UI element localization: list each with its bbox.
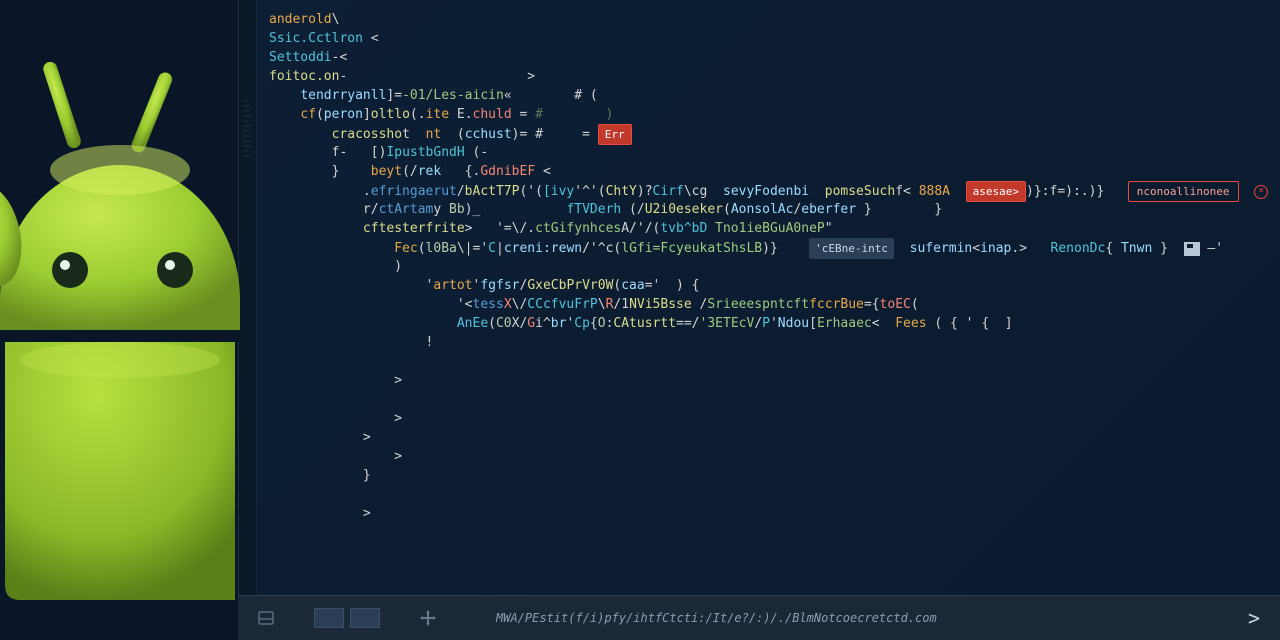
code-line[interactable] [269, 485, 1270, 504]
code-line[interactable] [269, 352, 1270, 371]
status-bar: MWA/PEstit(f/i)pfy/ihtfCtcti:/It/e?/:)/.… [238, 595, 1280, 640]
code-line[interactable]: > [269, 409, 1270, 428]
thumbnail[interactable] [314, 608, 344, 628]
panel-icon[interactable] [258, 610, 274, 626]
code-editor-pane[interactable]: anderold\Ssic.Cctlron <Settoddi-<foitoc.… [238, 0, 1280, 595]
code-line[interactable]: > [269, 447, 1270, 466]
editor-gutter [239, 0, 257, 595]
code-line[interactable]: > [269, 428, 1270, 447]
code-line[interactable] [269, 390, 1270, 409]
code-line[interactable]: cf(peron]oltlo(.ite E.chuld = # ) [269, 105, 1270, 124]
code-line[interactable]: 'artot'fgfsr/GxeCbPrVr0W(caa=' ) { [269, 276, 1270, 295]
move-icon[interactable] [420, 610, 436, 626]
code-line[interactable]: > [269, 504, 1270, 523]
code-line[interactable]: > [269, 371, 1270, 390]
code-line[interactable]: .efringaerut/bActT7P('([ivy'^'(ChtY)?Cir… [269, 181, 1270, 200]
code-line[interactable]: } [269, 466, 1270, 485]
code-line[interactable]: AnEe(C0X/Gi^br'Cp{O:CAtusrtt==/'3ETEcV/P… [269, 314, 1270, 333]
close-error-icon[interactable]: × [1254, 185, 1268, 199]
code-content[interactable]: anderold\Ssic.Cctlron <Settoddi-<foitoc.… [269, 10, 1270, 523]
thumbnails[interactable] [314, 608, 380, 628]
code-line[interactable]: f- [)IpustbGndH (- [269, 143, 1270, 162]
warning-badge[interactable]: nconoallinonee [1128, 181, 1239, 202]
forward-arrow-icon[interactable]: > [1248, 606, 1260, 630]
thumbnail[interactable] [350, 608, 380, 628]
code-line[interactable]: anderold\ [269, 10, 1270, 29]
status-path-text: MWA/PEstit(f/i)pfy/ihtfCtcti:/It/e?/:)/.… [496, 611, 1208, 625]
code-line[interactable]: } beyt(/rek {.GdnibEF < [269, 162, 1270, 181]
code-line[interactable]: Ssic.Cctlron < [269, 29, 1270, 48]
code-line[interactable]: '<tessX\/CCcfvuFrP\R/1NVi5Bsse /Srieeesp… [269, 295, 1270, 314]
code-line[interactable]: ) [269, 257, 1270, 276]
code-line[interactable]: cracosshot nt (cchust)= # = Err [269, 124, 1270, 143]
code-line[interactable]: cftesterfrite> '=\/.ctGifynhcesA/'/(tvb^… [269, 219, 1270, 238]
save-icon[interactable] [1184, 242, 1200, 256]
code-line[interactable]: tendrryanll]=-01/Les-aicin« # ( [269, 86, 1270, 105]
minimap [243, 100, 253, 500]
code-line[interactable]: Settoddi-< [269, 48, 1270, 67]
hint-badge: 'cEBne-intc [809, 238, 894, 259]
code-line[interactable]: foitoc.on- > [269, 67, 1270, 86]
code-line[interactable]: Fec(l0Ba\|='C|creni:rewn/'^c(lGfi=Fcyeuk… [269, 238, 1270, 257]
android-mascot-illustration [0, 40, 240, 600]
code-line[interactable]: r/ctArtamy Bb)_ fTVDerh (/U2i0eseker(Aon… [269, 200, 1270, 219]
error-badge: Err [598, 124, 632, 145]
error-badge[interactable]: asesae> [966, 181, 1026, 202]
code-line[interactable]: ! [269, 333, 1270, 352]
